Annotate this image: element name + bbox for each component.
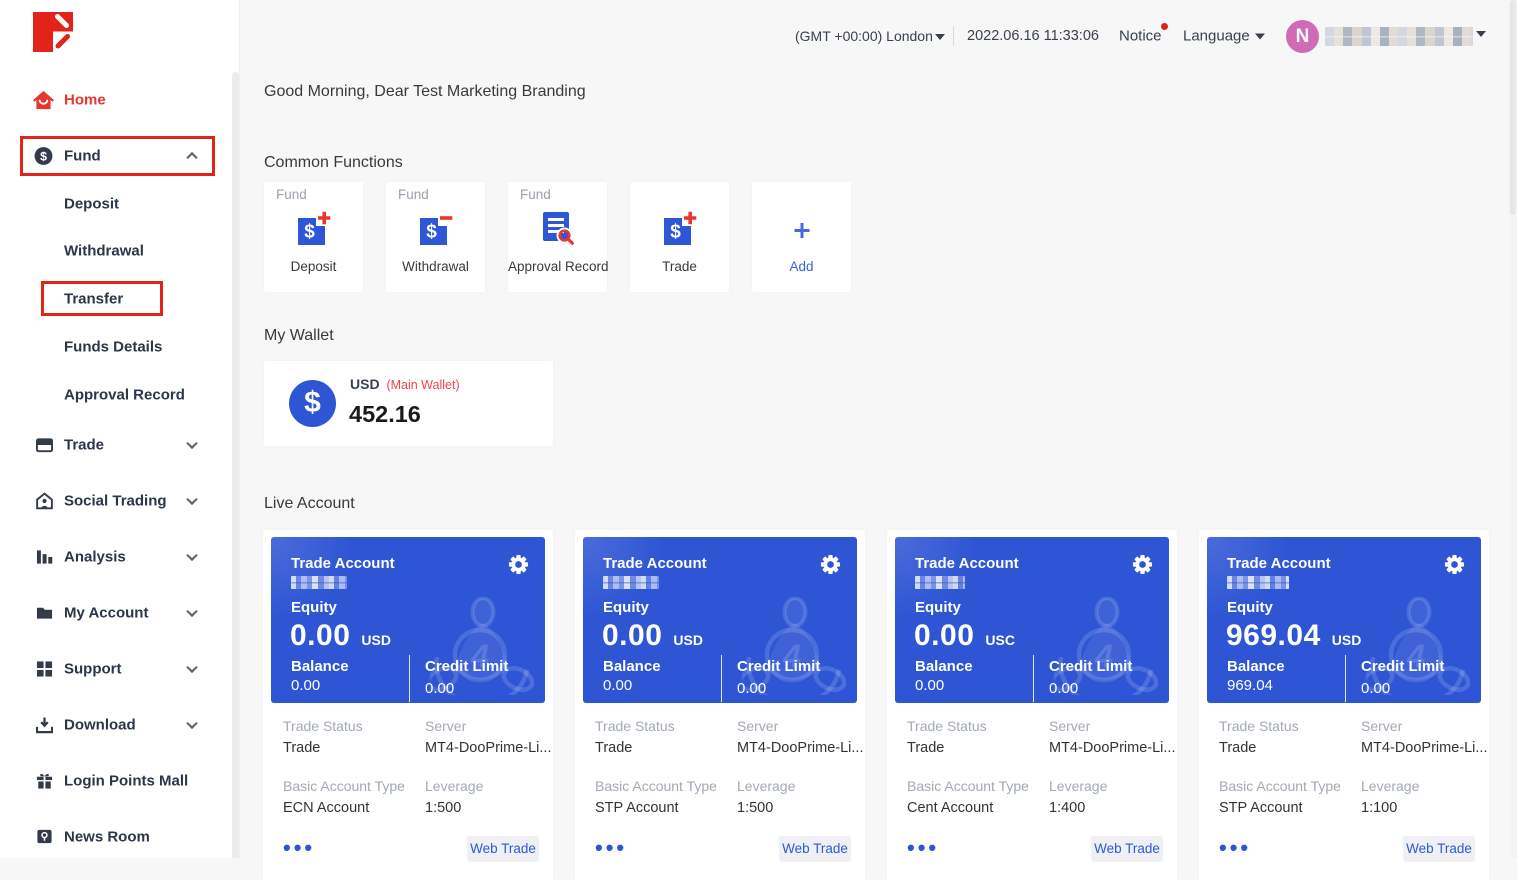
svg-text:$: $ (670, 222, 681, 243)
svg-text:$: $ (40, 149, 47, 163)
svg-text:$: $ (304, 222, 315, 243)
svg-text:$: $ (426, 222, 437, 243)
